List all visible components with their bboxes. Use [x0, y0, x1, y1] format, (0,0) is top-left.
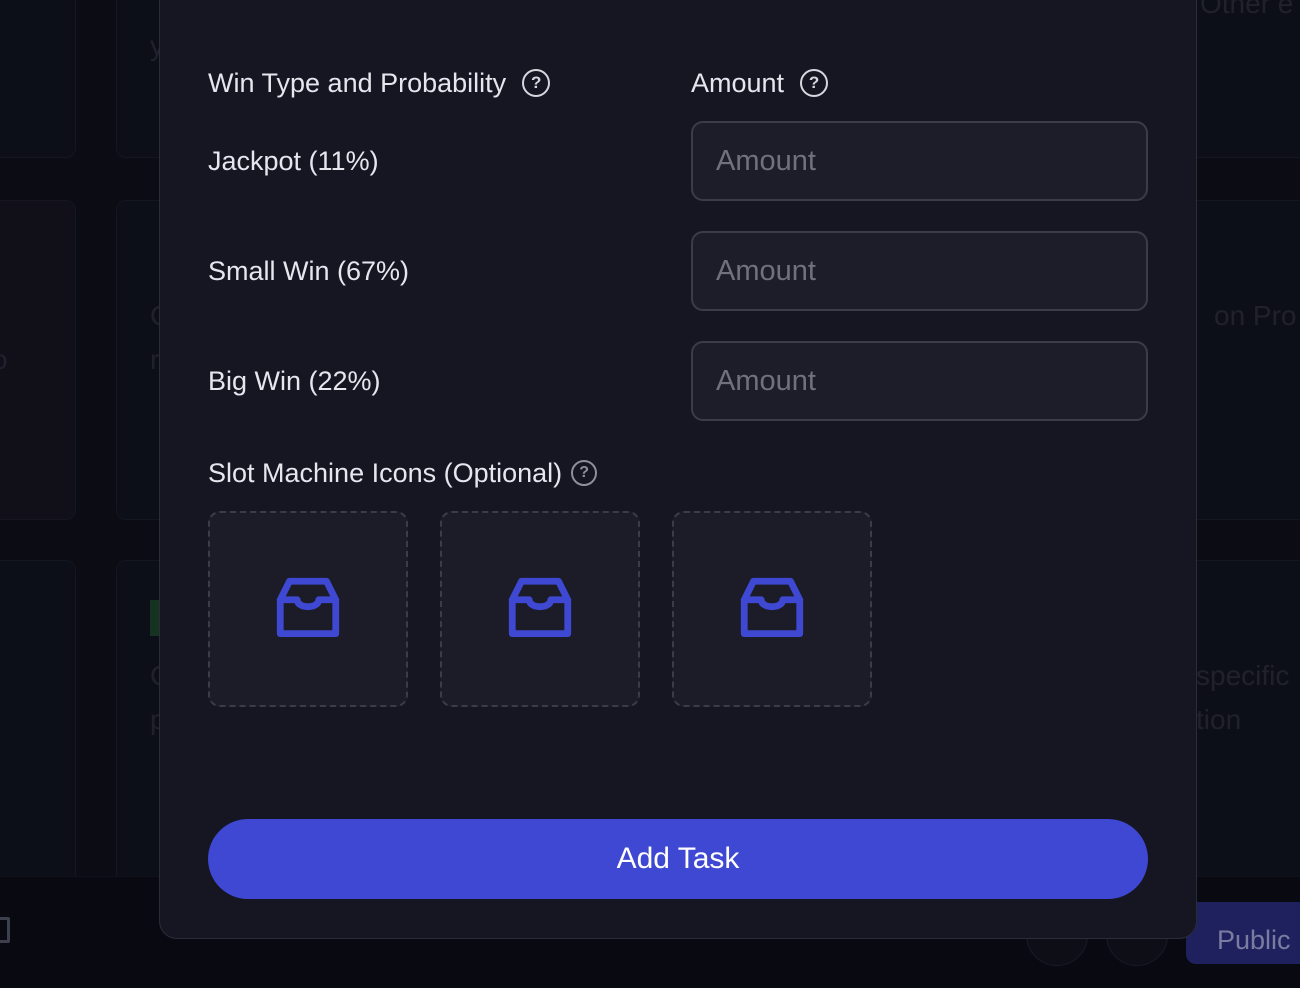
- slot-icon-upload[interactable]: [672, 511, 872, 707]
- jackpot-amount-input[interactable]: [691, 121, 1148, 201]
- big-win-amount-input[interactable]: [691, 341, 1148, 421]
- win-type-label: Win Type and Probability: [208, 67, 507, 98]
- inbox-icon: [276, 577, 340, 638]
- add-task-modal: Win Type and Probability ? Amount ? Jack…: [159, 0, 1197, 939]
- inbox-icon: [508, 577, 572, 638]
- slot-icons-header: Slot Machine Icons (Optional) ?: [208, 455, 598, 491]
- help-icon[interactable]: ?: [522, 69, 551, 97]
- slot-icon-upload[interactable]: [440, 511, 640, 707]
- amount-header: Amount ?: [691, 65, 829, 101]
- win-type-header: Win Type and Probability ?: [208, 65, 551, 101]
- help-icon[interactable]: ?: [571, 460, 598, 486]
- slot-icons-label: Slot Machine Icons (Optional): [208, 457, 563, 488]
- help-icon[interactable]: ?: [800, 69, 829, 97]
- inbox-icon: [740, 577, 804, 638]
- win-type-row-label: Big Win (22%): [208, 365, 381, 396]
- small-win-amount-input[interactable]: [691, 231, 1148, 311]
- win-type-row-label: Small Win (67%): [208, 255, 410, 286]
- amount-label: Amount: [691, 67, 785, 98]
- win-type-row-label: Jackpot (11%): [208, 145, 379, 176]
- add-task-button[interactable]: Add Task: [208, 819, 1148, 899]
- slot-icon-upload[interactable]: [208, 511, 408, 707]
